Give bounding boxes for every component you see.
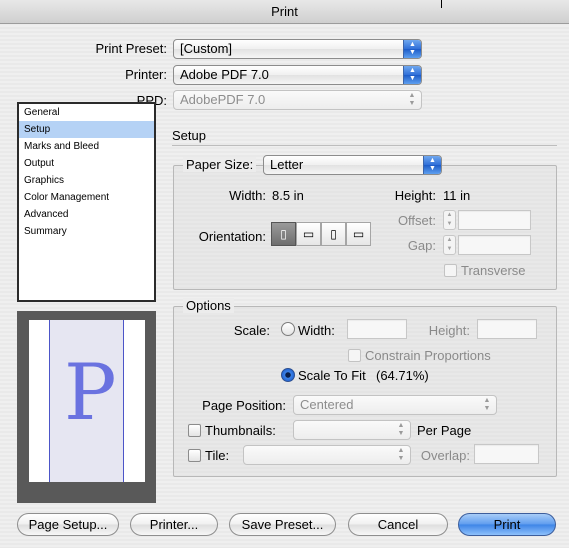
- popup-arrows-icon: ▲ ▼: [397, 447, 405, 462]
- print-preset-label: Print Preset:: [95, 41, 167, 56]
- overlap-field: [474, 444, 539, 464]
- tile-label: Tile:: [205, 448, 230, 463]
- popup-arrows-icon: ▲ ▼: [403, 66, 421, 84]
- per-page-label: Per Page: [417, 423, 472, 438]
- transverse-checkbox: [444, 264, 457, 277]
- print-preset-popup[interactable]: [Custom] ▲ ▼: [173, 39, 422, 59]
- width-value: 8.5 in: [272, 188, 304, 203]
- page-setup-button[interactable]: Page Setup...: [17, 513, 119, 536]
- popup-arrows-icon: ▲ ▼: [423, 156, 441, 174]
- overlap-label: Overlap:: [420, 448, 470, 463]
- category-item-summary[interactable]: Summary: [19, 223, 154, 240]
- constrain-proportions-label: Constrain Proportions: [365, 348, 491, 363]
- scale-to-fit-label: Scale To Fit: [298, 368, 366, 383]
- category-item-general[interactable]: General: [19, 104, 154, 121]
- printer-label: Printer:: [125, 67, 167, 82]
- thumbnails-label: Thumbnails:: [205, 423, 276, 438]
- category-item-setup[interactable]: Setup: [19, 121, 154, 138]
- category-item-graphics[interactable]: Graphics: [19, 172, 154, 189]
- offset-stepper: ▲ ▼: [443, 210, 456, 230]
- printer-value: Adobe PDF 7.0: [180, 67, 269, 82]
- print-button[interactable]: Print: [458, 513, 556, 536]
- transverse-label: Transverse: [461, 263, 526, 278]
- gap-label: Gap:: [407, 238, 436, 253]
- height-value: 11 in: [443, 188, 471, 203]
- scale-width-field: [347, 319, 407, 339]
- paper-size-value: Letter: [270, 157, 304, 172]
- reverse-portrait-icon[interactable]: ▯: [321, 222, 346, 246]
- popup-arrows-icon: ▲ ▼: [408, 92, 416, 107]
- category-item-advanced[interactable]: Advanced: [19, 206, 154, 223]
- options-title: Options: [183, 298, 234, 313]
- tile-checkbox[interactable]: [188, 449, 201, 462]
- landscape-icon[interactable]: ▭: [296, 222, 321, 246]
- page-position-popup: Centered ▲ ▼: [293, 395, 497, 415]
- category-item-color-management[interactable]: Color Management: [19, 189, 154, 206]
- cancel-button[interactable]: Cancel: [348, 513, 448, 536]
- page-position-label: Page Position:: [202, 398, 286, 413]
- category-item-marks-and-bleed[interactable]: Marks and Bleed: [19, 138, 154, 155]
- category-item-output[interactable]: Output: [19, 155, 154, 172]
- preview-letter: P: [64, 348, 117, 438]
- offset-label: Offset:: [397, 213, 436, 228]
- reverse-landscape-icon[interactable]: ▭: [346, 222, 371, 246]
- printer-popup[interactable]: Adobe PDF 7.0 ▲ ▼: [173, 65, 422, 85]
- title-bar: Print: [0, 0, 569, 24]
- scale-to-fit-radio[interactable]: [281, 368, 295, 382]
- save-preset-button[interactable]: Save Preset...: [229, 513, 336, 536]
- printer-button[interactable]: Printer...: [130, 513, 218, 536]
- thumbnails-popup: ▲ ▼: [293, 420, 411, 440]
- scale-label: Scale:: [233, 323, 270, 338]
- orientation-label: Orientation:: [198, 229, 266, 244]
- preview-printable-area: P: [49, 320, 124, 482]
- height-label: Height:: [394, 188, 436, 203]
- orientation-buttons[interactable]: ▯ ▭ ▯ ▭: [271, 222, 371, 246]
- section-title: Setup: [172, 128, 206, 143]
- title-bar-mark: [441, 0, 442, 8]
- portrait-icon[interactable]: ▯: [271, 222, 296, 246]
- preview-page: P: [29, 320, 145, 482]
- offset-field: [458, 210, 531, 230]
- scale-to-fit-value: (64.71%): [376, 368, 429, 383]
- scale-height-field: [477, 319, 537, 339]
- gap-stepper: ▲ ▼: [443, 235, 456, 255]
- page-position-value: Centered: [300, 397, 354, 412]
- gap-field: [458, 235, 531, 255]
- page-preview: P: [17, 311, 156, 503]
- popup-arrows-icon: ▲ ▼: [483, 397, 491, 412]
- tile-popup: ▲ ▼: [243, 445, 411, 465]
- scale-width-radio[interactable]: [281, 322, 295, 336]
- paper-size-label: Paper Size:: [183, 157, 257, 172]
- category-list[interactable]: General Setup Marks and Bleed Output Gra…: [17, 102, 156, 302]
- ppd-value: AdobePDF 7.0: [180, 92, 266, 107]
- print-preset-value: [Custom]: [180, 41, 233, 56]
- constrain-proportions-checkbox: [348, 349, 361, 362]
- paper-size-popup[interactable]: Letter ▲ ▼: [263, 155, 442, 175]
- popup-arrows-icon: ▲ ▼: [403, 40, 421, 58]
- ppd-popup: AdobePDF 7.0 ▲ ▼: [173, 90, 422, 110]
- section-divider: [172, 145, 557, 146]
- popup-arrows-icon: ▲ ▼: [397, 422, 405, 437]
- scale-height-label: Height:: [428, 323, 470, 338]
- width-label: Width:: [229, 188, 266, 203]
- scale-width-label: Width:: [298, 323, 335, 338]
- window-title: Print: [271, 4, 298, 19]
- thumbnails-checkbox[interactable]: [188, 424, 201, 437]
